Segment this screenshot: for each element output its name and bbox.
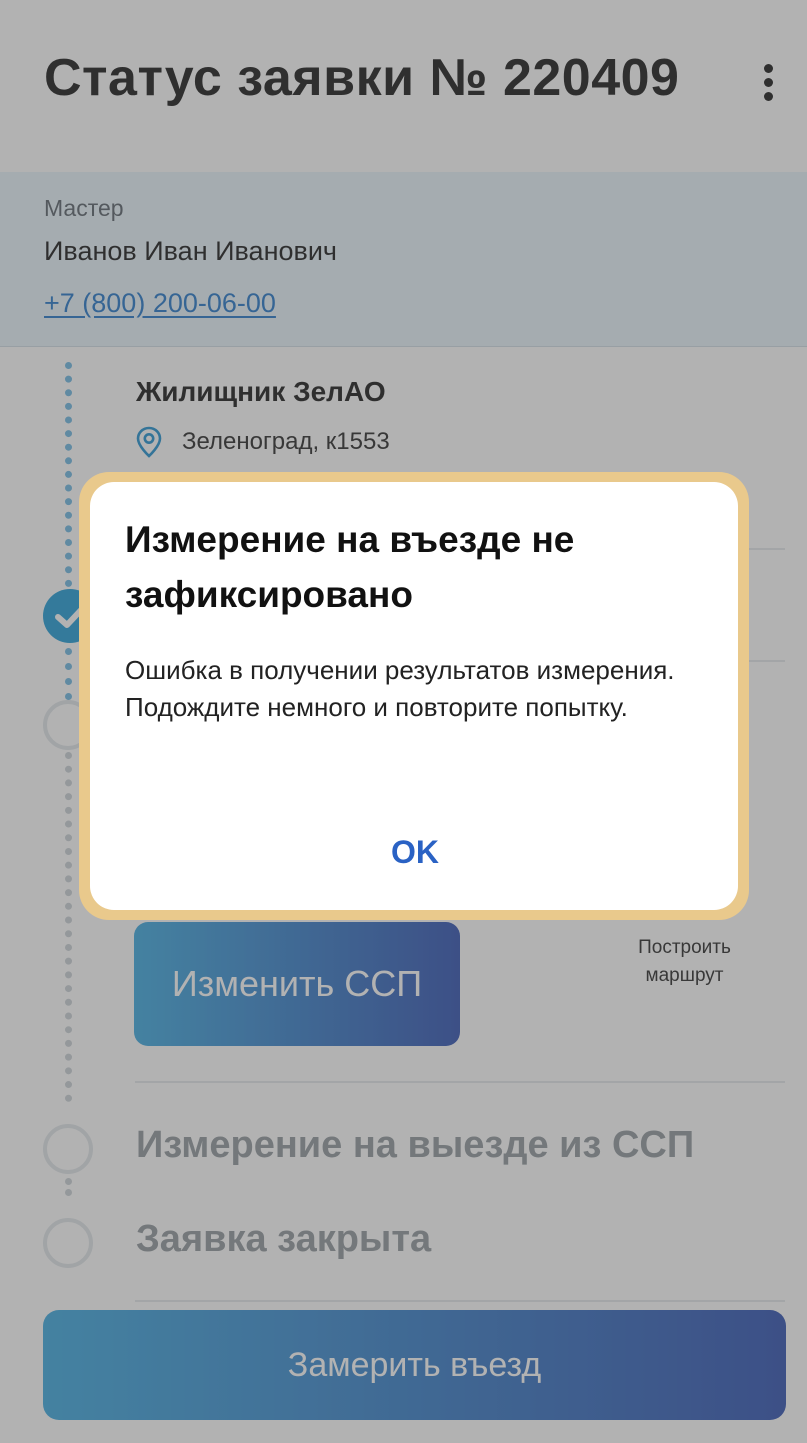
- dialog-ok-button[interactable]: OK: [370, 826, 460, 878]
- dialog-title: Измерение на въезде не зафиксировано: [125, 519, 575, 615]
- app-screen: Статус заявки № 220409 Мастер Иванов Ива…: [0, 0, 807, 1443]
- dialog-message: Ошибка в получении результатов измерения…: [125, 655, 675, 722]
